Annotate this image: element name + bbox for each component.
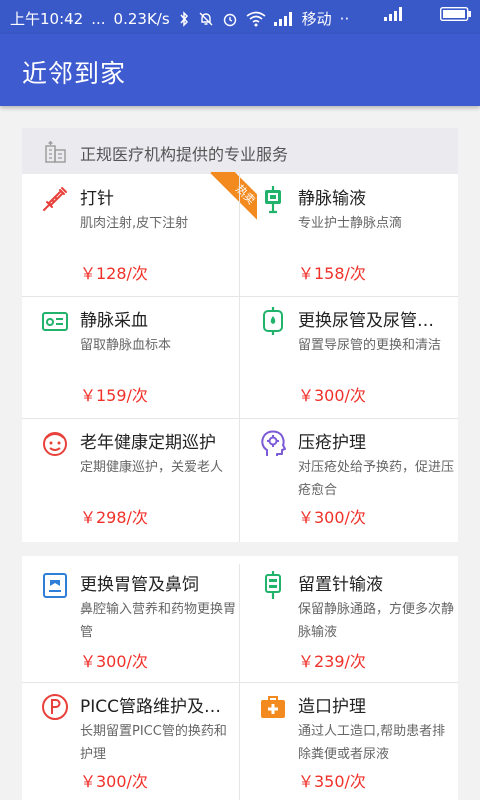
service-name: 打针 <box>80 189 114 209</box>
service-desc: 鼻腔输入营养和药物更换胃管 <box>80 602 237 640</box>
column-divider <box>239 564 240 800</box>
service-card-indwelling-needle[interactable]: 留置针输液 保留静脉通路，方便多次静脉输液 ￥239/次 <box>240 564 457 682</box>
blood-test-card-icon <box>40 306 70 336</box>
status-time: 上午10:42 <box>10 10 84 28</box>
service-desc: 长期留置PICC管的换药和护理 <box>80 724 227 762</box>
service-desc: 定期健康巡护，关爱老人 <box>80 460 224 475</box>
elderly-face-icon <box>40 428 70 458</box>
carrier-name: 移动 <box>301 10 332 28</box>
service-card-iv-infusion[interactable]: 静脉输液 专业护士静脉点滴 ￥158/次 <box>240 178 457 296</box>
service-card-elderly-care[interactable]: 老年健康定期巡护 定期健康巡护，关爱老人 ￥298/次 <box>22 422 239 542</box>
service-price: ￥158/次 <box>298 264 366 283</box>
app-title: 近邻到家 <box>22 59 127 88</box>
service-price: ￥300/次 <box>80 652 148 671</box>
section-header-text: 正规医疗机构提供的专业服务 <box>80 145 289 164</box>
row-divider <box>22 682 458 683</box>
battery-icon <box>440 6 472 22</box>
service-desc: 专业护士静脉点滴 <box>298 216 403 231</box>
service-card-pressure-ulcer[interactable]: 压疮护理 对压疮处给予换药，促进压疮愈合 ￥300/次 <box>240 422 457 542</box>
service-desc: 通过人工造口,帮助患者排除粪便或者尿液 <box>298 724 446 762</box>
service-desc: 保留静脉通路，方便多次静脉输液 <box>298 602 455 640</box>
status-bar: 上午10:42 ... 0.23K/s 移动 ·· <box>0 0 480 34</box>
app-bar: 近邻到家 <box>0 34 480 106</box>
letter-p-circle-icon <box>40 692 70 722</box>
service-card-catheter[interactable]: 更换尿管及尿管维护 留置导尿管的更换和清洁 ￥300/次 <box>240 300 457 418</box>
service-desc: 对压疮处给予换药，促进压疮愈合 <box>298 460 455 498</box>
service-price: ￥128/次 <box>80 264 148 283</box>
bluetooth-icon <box>178 10 190 27</box>
wifi-icon <box>246 11 266 27</box>
row-divider <box>22 418 458 419</box>
column-divider <box>239 174 240 542</box>
service-price: ￥350/次 <box>298 772 366 791</box>
service-desc: 留置导尿管的更换和清洁 <box>298 338 442 353</box>
services-card-2: 更换胃管及鼻饲 鼻腔输入营养和药物更换胃管 ￥300/次 留置针输液 保留静脉通… <box>22 556 458 800</box>
service-price: ￥239/次 <box>298 652 366 671</box>
network-speed: 0.23K/s <box>113 9 170 28</box>
service-desc: 留取静脉血标本 <box>80 338 172 353</box>
section-header: 正规医疗机构提供的专业服务 <box>22 128 458 174</box>
alarm-icon <box>222 11 238 27</box>
service-name: 留置针输液 <box>298 575 383 595</box>
service-name: 静脉采血 <box>80 311 148 331</box>
service-price: ￥300/次 <box>298 386 366 405</box>
first-aid-kit-icon <box>258 692 288 722</box>
mute-bell-icon <box>198 11 214 27</box>
infusion-bag-icon <box>258 570 288 600</box>
service-price: ￥298/次 <box>80 508 148 527</box>
iv-drip-icon <box>258 184 288 214</box>
medical-record-icon <box>40 570 70 600</box>
service-price: ￥159/次 <box>80 386 148 405</box>
service-card-stoma-care[interactable]: 造口护理 通过人工造口,帮助患者排除粪便或者尿液 ￥350/次 <box>240 686 457 800</box>
service-name: PICC管路维护及换... <box>80 697 230 717</box>
row-divider <box>22 296 458 297</box>
service-card-blood-draw[interactable]: 静脉采血 留取静脉血标本 ￥159/次 <box>22 300 239 418</box>
status-dots: ... <box>91 9 106 28</box>
catheter-bag-icon <box>258 306 288 336</box>
service-name: 老年健康定期巡护 <box>80 433 216 453</box>
service-price: ￥300/次 <box>80 772 148 791</box>
service-name: 造口护理 <box>298 697 366 717</box>
head-gear-icon <box>258 428 288 458</box>
service-name: 压疮护理 <box>298 433 366 453</box>
service-name: 更换尿管及尿管维护 <box>298 311 448 331</box>
service-name: 静脉输液 <box>298 189 366 209</box>
syringe-icon <box>40 184 70 214</box>
services-card-1: 正规医疗机构提供的专业服务 打针 肌肉注射,皮下注射 ￥128/次 热卖 静脉输… <box>22 128 458 542</box>
service-card-gastric-tube[interactable]: 更换胃管及鼻饲 鼻腔输入营养和药物更换胃管 ￥300/次 <box>22 564 239 682</box>
service-name: 更换胃管及鼻饲 <box>80 575 199 595</box>
signal-icon <box>273 11 294 26</box>
signal-icon-2 <box>384 7 404 21</box>
carrier-dots: ·· <box>339 9 350 28</box>
hospital-building-icon <box>44 140 68 168</box>
service-price: ￥300/次 <box>298 508 366 527</box>
service-card-picc[interactable]: PICC管路维护及换... 长期留置PICC管的换药和护理 ￥300/次 <box>22 686 239 800</box>
